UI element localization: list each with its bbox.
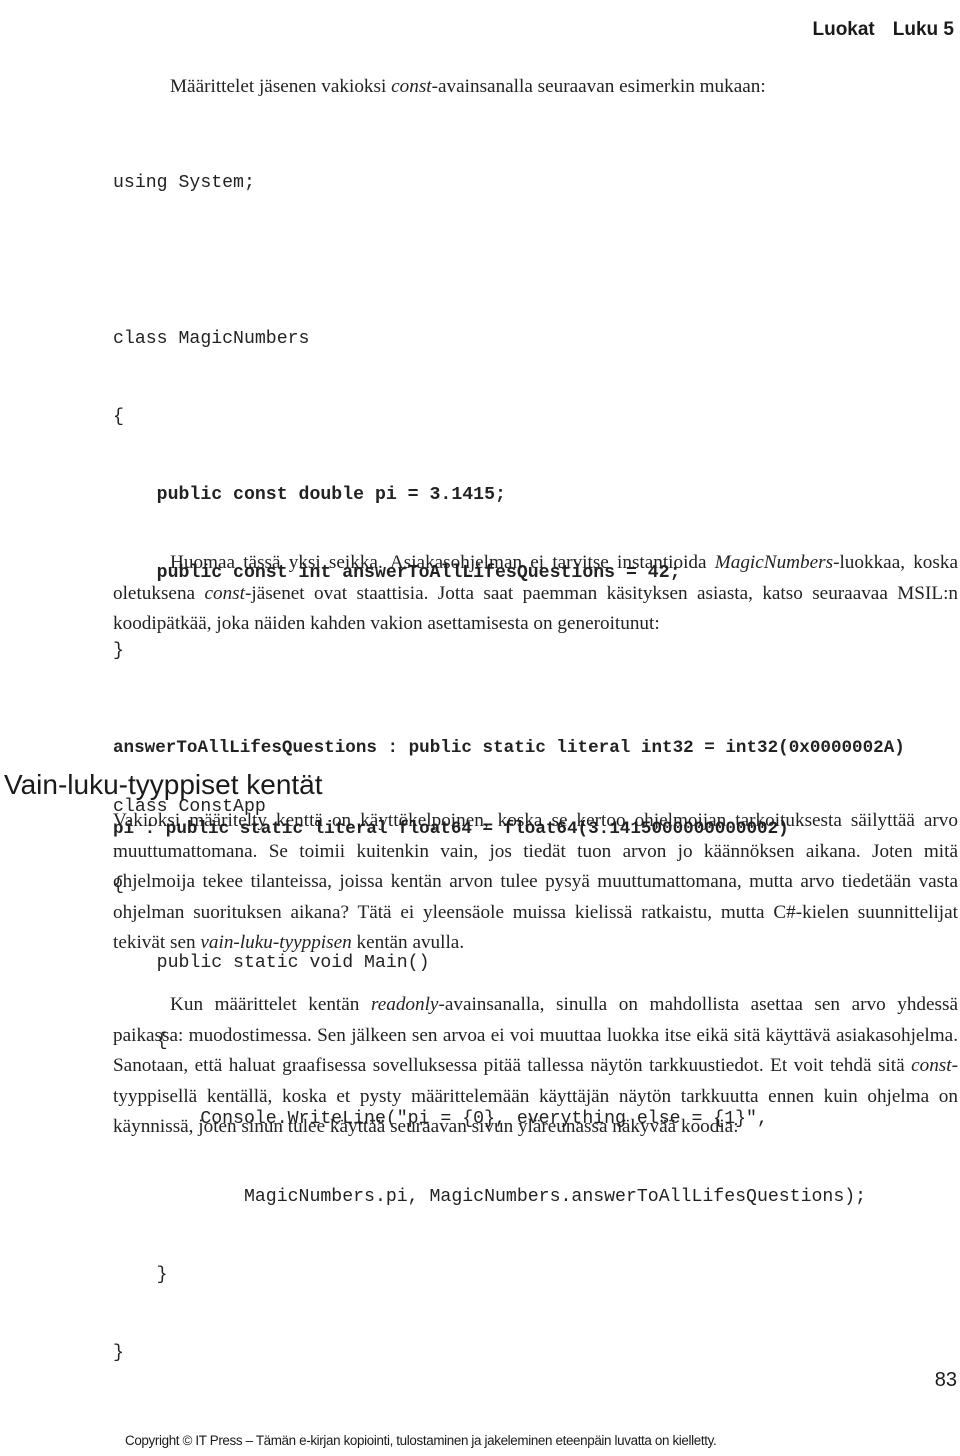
note-text: Huomaa tässä yksi seikka. Asiakasohjelma… <box>170 552 715 573</box>
code-line: } <box>113 1265 168 1285</box>
code-line: MagicNumbers.pi, MagicNumbers.answerToAl… <box>113 1187 867 1207</box>
code-line: } <box>113 1343 124 1363</box>
section-italic-term: vain-luku-tyyppisen <box>200 932 352 953</box>
intro-text-after: -avainsanalla seuraavan esimerkin mukaan… <box>431 76 766 97</box>
msil-line: answerToAllLifesQuestions : public stati… <box>113 738 905 758</box>
running-head: Luokat Luku 5 <box>802 0 954 40</box>
note-italic-classname: MagicNumbers <box>714 552 834 573</box>
copyright-footer: Copyright © IT Press – Tämän e-kirjan ko… <box>125 1433 717 1448</box>
section-text: Kun määrittelet kentän <box>170 994 371 1015</box>
note-paragraph: Huomaa tässä yksi seikka. Asiakasohjelma… <box>113 548 958 640</box>
section-italic-keyword: readonly <box>370 994 439 1015</box>
section-heading: Vain-luku-tyyppiset kentät <box>4 769 323 800</box>
code-line: } <box>113 641 124 661</box>
section-italic-keyword: const <box>911 1055 952 1076</box>
intro-paragraph: Määrittelet jäsenen vakioksi const-avain… <box>113 72 958 103</box>
chapter-title: Luokat <box>812 19 875 40</box>
section-paragraph-2: Kun määrittelet kentän readonly-avainsan… <box>113 990 958 1143</box>
intro-keyword: const <box>391 76 432 97</box>
page-number: 83 <box>934 1369 957 1391</box>
section-paragraph-1: Vakioksi määritelty kenttä on käyttökelp… <box>113 806 958 959</box>
code-line: using System; <box>113 173 255 193</box>
code-line: class MagicNumbers <box>113 329 310 349</box>
chapter-number: Luku 5 <box>892 19 954 40</box>
intro-text-before: Määrittelet jäsenen vakioksi <box>170 76 392 97</box>
code-line: public const double pi = 3.1415; <box>113 485 506 505</box>
code-line: { <box>113 407 124 427</box>
section-text: kentän avulla. <box>351 932 465 953</box>
note-italic-keyword: const <box>204 582 245 604</box>
